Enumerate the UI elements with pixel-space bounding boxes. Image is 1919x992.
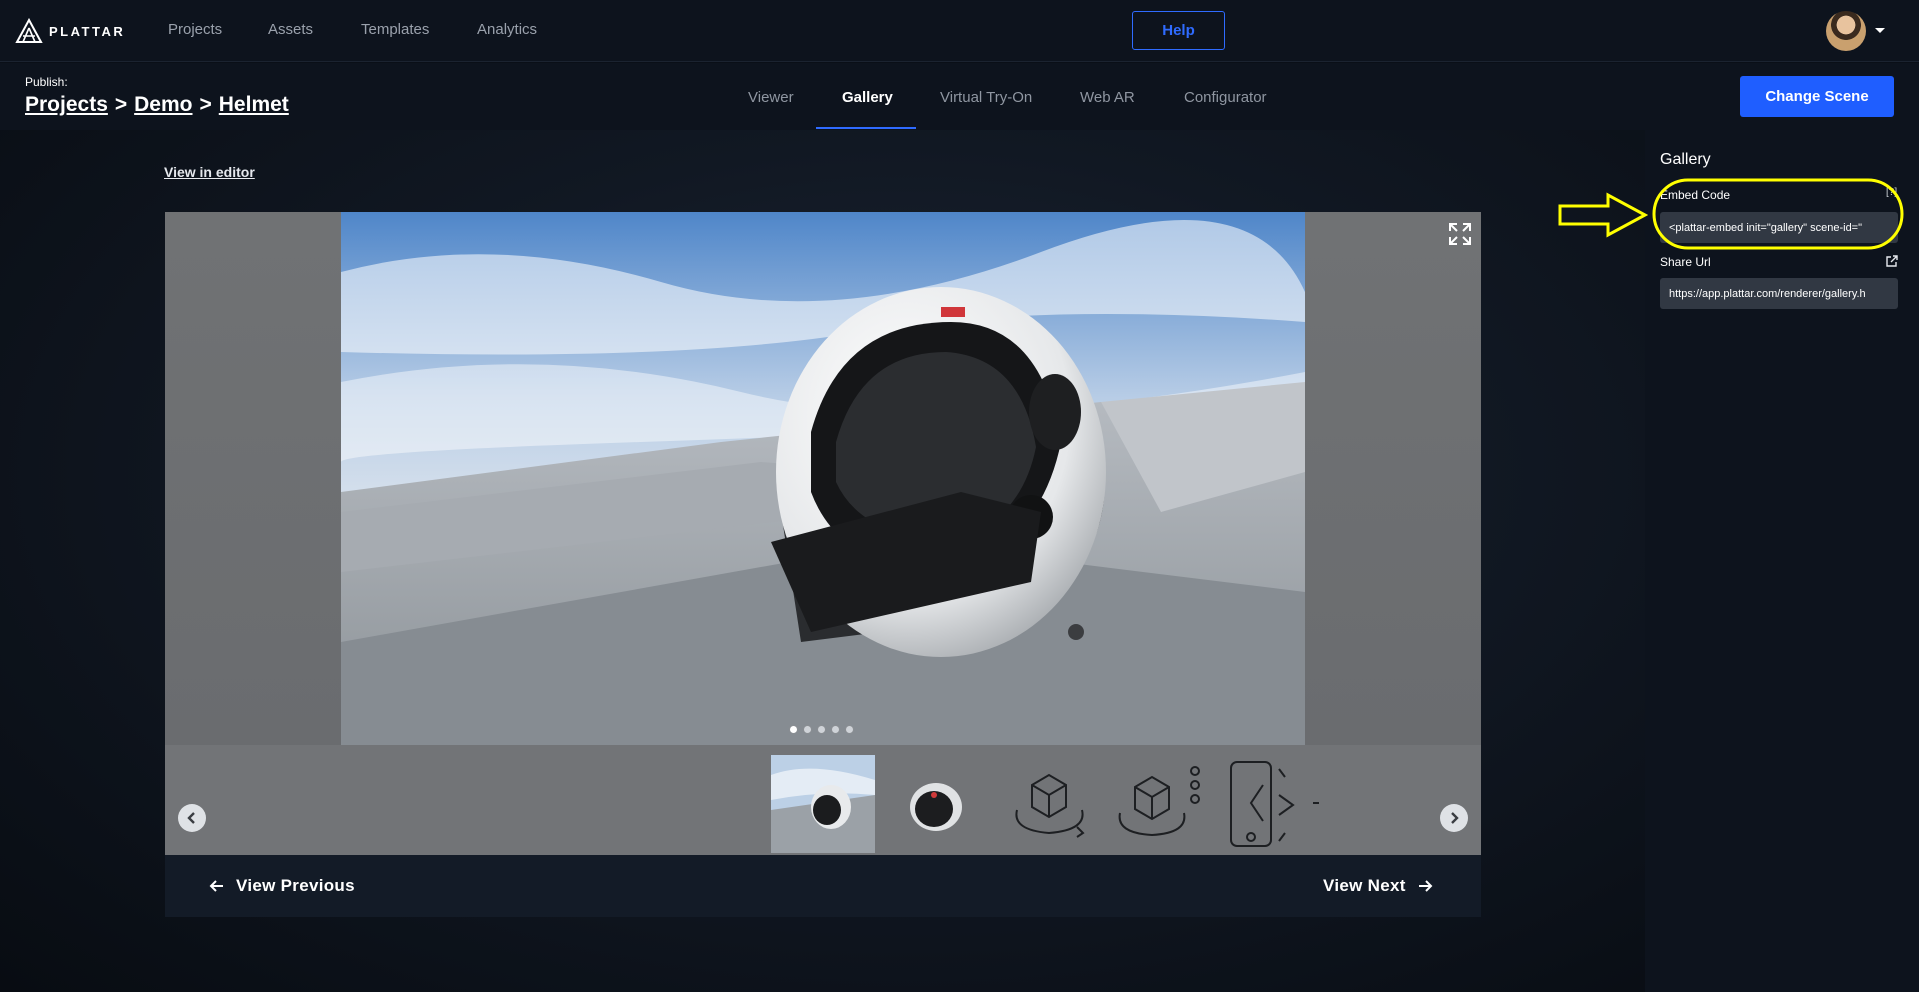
- gallery-stage: [165, 212, 1481, 745]
- arrow-left-icon: [209, 880, 223, 892]
- slide-dot[interactable]: [803, 725, 812, 734]
- slide-indicator: [789, 725, 854, 734]
- external-link-icon[interactable]: [1885, 255, 1898, 268]
- thumbnail-strip: [165, 745, 1481, 855]
- slide-dot[interactable]: [789, 725, 798, 734]
- slide-dot[interactable]: [817, 725, 826, 734]
- 3d-rotate-dots-icon: [1118, 766, 1200, 837]
- thumbnail-3d-rotate[interactable]: [997, 755, 1101, 853]
- breadcrumb: Projects > Demo > Helmet: [25, 93, 289, 117]
- panel-title: Gallery: [1660, 151, 1711, 168]
- share-url-field[interactable]: [1660, 278, 1898, 309]
- fullscreen-button[interactable]: [1442, 216, 1478, 252]
- plattar-logo-icon: [15, 18, 43, 43]
- slide-dot[interactable]: [845, 725, 854, 734]
- thumbnail-helmet[interactable]: [884, 755, 988, 853]
- view-in-editor-link[interactable]: View in editor: [164, 164, 255, 180]
- gallery-viewer: [165, 212, 1481, 855]
- previous-thumbnail-button[interactable]: [178, 804, 206, 832]
- highlight-arrow-icon: [1558, 192, 1648, 238]
- view-next-label: View Next: [1323, 876, 1406, 895]
- breadcrumb-separator: >: [199, 93, 212, 116]
- breadcrumb-projects[interactable]: Projects: [25, 93, 108, 117]
- tab-web-ar[interactable]: Web AR: [1080, 89, 1135, 106]
- 3d-rotate-icon: [1015, 773, 1085, 838]
- helmet-photo-illustration: [341, 212, 1305, 745]
- help-button[interactable]: Help: [1132, 11, 1225, 50]
- helmet-thumbnail-icon: [910, 783, 962, 831]
- breadcrumb-separator: >: [114, 93, 128, 116]
- plattar-logo[interactable]: PLATTAR: [15, 18, 125, 44]
- view-next-button[interactable]: View Next: [1323, 876, 1433, 896]
- gallery-settings-panel: Gallery Embed Code [?] Share Url: [1645, 130, 1919, 992]
- nav-projects[interactable]: Projects: [168, 21, 222, 38]
- thumbnail-photo[interactable]: [771, 755, 875, 853]
- publish-label: Publish:: [25, 75, 68, 89]
- change-scene-button[interactable]: Change Scene: [1740, 76, 1894, 117]
- nav-assets[interactable]: Assets: [268, 21, 313, 38]
- chevron-left-icon: [187, 812, 195, 824]
- thumbnail-phone-ar[interactable]: [1223, 755, 1327, 853]
- brand-name: PLATTAR: [49, 23, 126, 39]
- chevron-down-icon[interactable]: [1875, 28, 1885, 33]
- breadcrumb-helmet[interactable]: Helmet: [219, 93, 289, 117]
- next-thumbnail-button[interactable]: [1440, 804, 1468, 832]
- breadcrumb-demo[interactable]: Demo: [134, 93, 192, 117]
- nav-analytics[interactable]: Analytics: [477, 21, 537, 38]
- gallery-navigation-bar: View Previous View Next: [165, 855, 1481, 917]
- thumbnail-3d-rotate-dots[interactable]: [1110, 755, 1214, 853]
- tab-configurator[interactable]: Configurator: [1184, 89, 1267, 106]
- helmet-photo[interactable]: [341, 212, 1305, 745]
- tab-viewer[interactable]: Viewer: [748, 89, 794, 106]
- view-previous-label: View Previous: [236, 876, 355, 895]
- slide-dot[interactable]: [831, 725, 840, 734]
- photo-thumbnail-icon: [771, 755, 875, 853]
- tab-gallery[interactable]: Gallery: [842, 89, 893, 106]
- chevron-right-icon: [1451, 812, 1459, 824]
- active-tab-indicator: [816, 127, 916, 129]
- share-url-label: Share Url: [1660, 255, 1711, 269]
- avatar[interactable]: [1826, 11, 1866, 51]
- tab-virtual-try-on[interactable]: Virtual Try-On: [940, 89, 1032, 106]
- arrow-right-icon: [1418, 880, 1433, 892]
- highlight-ellipse: [1652, 178, 1904, 250]
- phone-ar-icon: [1230, 761, 1319, 847]
- expand-icon: [1449, 223, 1471, 245]
- publish-header: Publish: Projects > Demo > Helmet Viewer…: [0, 63, 1919, 130]
- nav-templates[interactable]: Templates: [361, 21, 429, 38]
- view-previous-button[interactable]: View Previous: [209, 876, 355, 896]
- top-navbar: PLATTAR Projects Assets Templates Analyt…: [0, 0, 1919, 62]
